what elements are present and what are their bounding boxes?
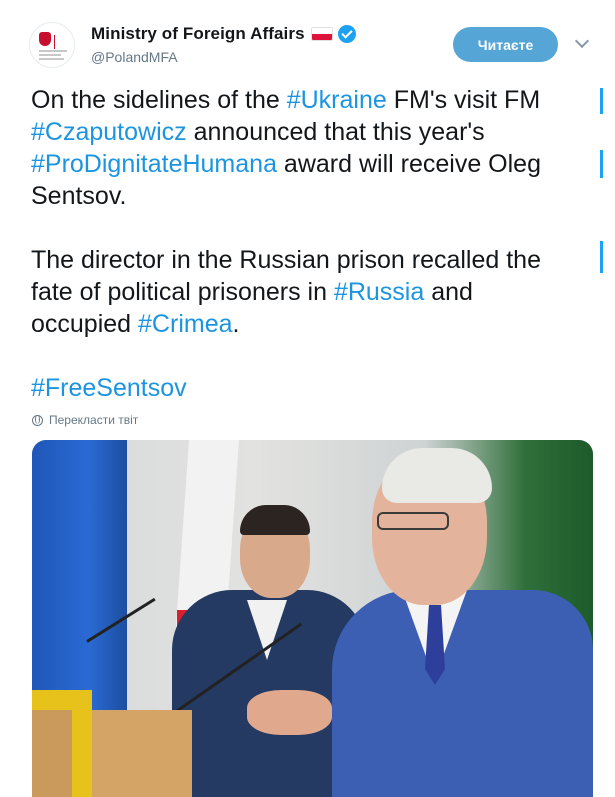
tweet-text-segment: The director in the Russian prison recal… (31, 246, 541, 274)
user-handle[interactable]: @PolandMFA (91, 49, 178, 65)
hashtag-link[interactable]: #ProDignitateHumana (31, 150, 277, 178)
tweet-line: The director in the Russian prison recal… (31, 244, 601, 276)
tweet-paragraph: #FreeSentsov (31, 372, 601, 404)
tweet-line: occupied #Crimea. (31, 308, 601, 340)
tweet-text-segment: FM's visit FM (386, 86, 541, 114)
scroll-indicator (600, 150, 603, 178)
tweet-header: Ministry of Foreign Affairs @PolandMFA Ч… (0, 0, 615, 78)
following-button[interactable]: Читаєте (453, 27, 558, 62)
podium (92, 710, 192, 797)
scroll-indicator (600, 241, 603, 273)
tweet-line: Sentsov. (31, 180, 601, 212)
podium (32, 710, 72, 797)
poland-flag-icon (310, 27, 333, 41)
tweet-line: #FreeSentsov (31, 372, 601, 404)
tweet-text-segment: Sentsov. (31, 182, 127, 210)
hashtag-link[interactable]: #Czaputowicz (31, 118, 187, 146)
avatar[interactable] (29, 22, 75, 68)
hashtag-link[interactable]: #FreeSentsov (31, 374, 187, 402)
author-name-row[interactable]: Ministry of Foreign Affairs (91, 23, 356, 45)
tweet-text-segment: occupied (31, 310, 139, 338)
tweet-paragraph: The director in the Russian prison recal… (31, 244, 601, 340)
tweet-line: On the sidelines of the #Ukraine FM's vi… (31, 84, 601, 116)
translate-tweet-link[interactable]: Перекласти твіт (32, 413, 138, 427)
chevron-down-icon[interactable] (576, 36, 588, 48)
scroll-indicator (600, 88, 603, 114)
translate-label: Перекласти твіт (49, 413, 139, 427)
tweet-line: #Czaputowicz announced that this year's (31, 116, 601, 148)
display-name[interactable]: Ministry of Foreign Affairs (91, 24, 305, 44)
tweet-photo[interactable] (32, 440, 593, 797)
tweet-line: fate of political prisoners in #Russia a… (31, 276, 601, 308)
tweet-paragraph: On the sidelines of the #Ukraine FM's vi… (31, 84, 601, 212)
tweet-text-segment: On the sidelines of the (31, 86, 287, 114)
hashtag-link[interactable]: #Russia (334, 278, 424, 306)
hashtag-link[interactable]: #Ukraine (287, 86, 387, 114)
tweet-text-segment: fate of political prisoners in (31, 278, 334, 306)
hashtag-link[interactable]: #Crimea (138, 310, 232, 338)
tweet-text-segment: award will receive Oleg (276, 150, 541, 178)
tweet-text-segment: and (424, 278, 473, 306)
verified-badge-icon (337, 25, 356, 43)
eagle-emblem-icon (39, 32, 51, 46)
tweet-line: #ProDignitateHumana award will receive O… (31, 148, 601, 180)
tweet-text: On the sidelines of the #Ukraine FM's vi… (31, 84, 601, 404)
tweet-text-segment: announced that this year's (186, 118, 485, 146)
tweet-text-segment: . (232, 310, 240, 338)
globe-icon (32, 414, 43, 426)
